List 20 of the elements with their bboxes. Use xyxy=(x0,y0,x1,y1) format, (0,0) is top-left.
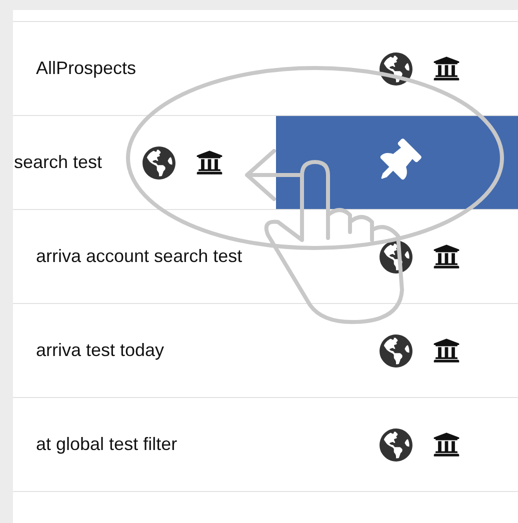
bank-icon[interactable] xyxy=(196,149,224,176)
list-item-label: arriva test today xyxy=(36,339,164,362)
list-item[interactable]: arriva account search test xyxy=(13,210,518,304)
bank-icon[interactable] xyxy=(433,55,460,82)
globe-icon[interactable] xyxy=(379,428,413,462)
list-item-label: at global test filter xyxy=(36,433,178,456)
list-item-label: search test xyxy=(14,151,102,174)
list-item-label: arriva account search test xyxy=(36,245,242,268)
globe-icon[interactable] xyxy=(142,146,176,180)
pin-button[interactable] xyxy=(276,116,518,209)
globe-icon[interactable] xyxy=(379,52,413,86)
globe-icon[interactable] xyxy=(379,240,413,274)
globe-icon[interactable] xyxy=(379,334,413,368)
bank-icon[interactable] xyxy=(433,243,460,270)
list-item[interactable]: at global test filter xyxy=(13,398,518,492)
list-item-label: AllProspects xyxy=(36,57,136,80)
bank-icon[interactable] xyxy=(433,337,460,364)
list-item[interactable]: arriva test today xyxy=(13,304,518,398)
hand-icon xyxy=(264,160,404,324)
bank-icon[interactable] xyxy=(433,431,460,458)
